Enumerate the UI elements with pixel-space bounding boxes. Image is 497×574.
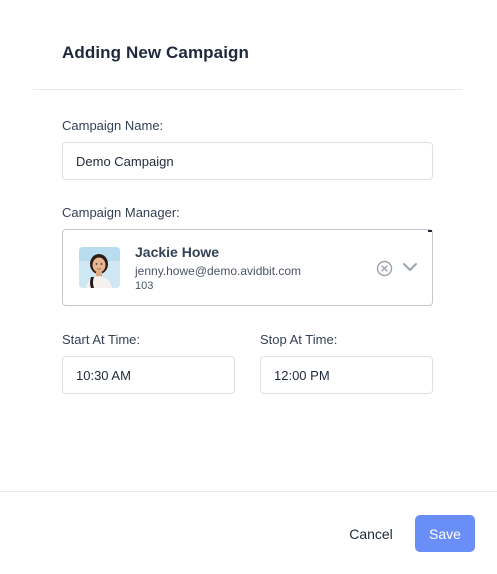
manager-extension: 103 (135, 280, 154, 292)
stop-time-label: Stop At Time: (260, 332, 338, 347)
start-time-input[interactable] (62, 356, 235, 394)
manager-email: jenny.howe@demo.avidbit.com (135, 264, 302, 278)
start-time-label: Start At Time: (62, 332, 141, 347)
select-notch (428, 230, 432, 232)
footer-divider (0, 491, 497, 492)
chevron-down-icon[interactable] (402, 260, 418, 274)
campaign-name-input[interactable] (62, 142, 433, 180)
campaign-name-label: Campaign Name: (62, 118, 164, 133)
campaign-manager-label: Campaign Manager: (62, 205, 180, 220)
stop-time-input[interactable] (260, 356, 433, 394)
manager-name: Jackie Howe (135, 244, 220, 260)
cancel-button[interactable]: Cancel (336, 515, 406, 552)
avatar-photo-icon (79, 247, 120, 288)
header-divider (33, 89, 462, 90)
modal-title: Adding New Campaign (62, 43, 250, 62)
campaign-manager-select[interactable]: Jackie Howe jenny.howe@demo.avidbit.com … (62, 229, 433, 306)
manager-avatar (79, 247, 120, 288)
save-button[interactable]: Save (415, 515, 475, 552)
add-campaign-modal: Adding New Campaign Campaign Name: Campa… (0, 0, 497, 574)
clear-selection-icon[interactable] (376, 260, 393, 277)
